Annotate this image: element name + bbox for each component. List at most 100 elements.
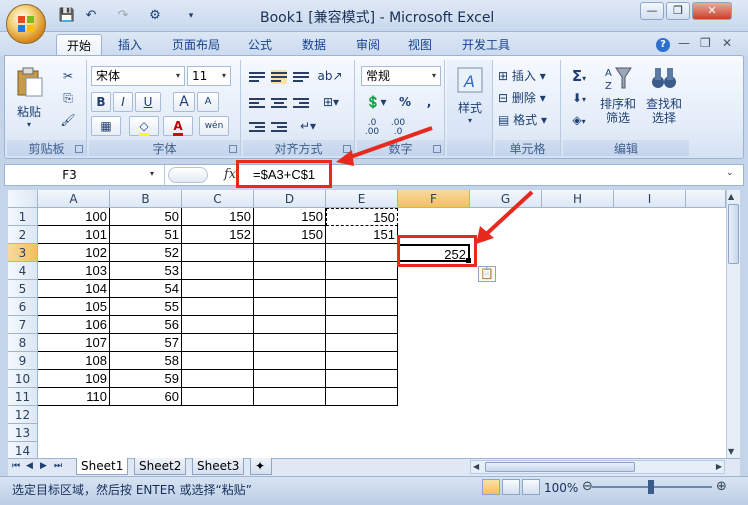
- shrink-font-button[interactable]: A: [197, 92, 219, 112]
- column-header[interactable]: A: [38, 190, 110, 208]
- cell-B11[interactable]: 60: [110, 388, 182, 406]
- cell-C1[interactable]: 150: [182, 208, 254, 226]
- tab-data[interactable]: 数据: [292, 34, 336, 56]
- row-header[interactable]: 8: [8, 334, 38, 352]
- row-header[interactable]: 10: [8, 370, 38, 388]
- accounting-format-icon[interactable]: 💲▾: [361, 92, 391, 112]
- prev-sheet-icon[interactable]: ◀: [26, 461, 33, 471]
- scroll-down-icon[interactable]: ▼: [728, 447, 734, 456]
- page-layout-view-button[interactable]: [502, 479, 520, 495]
- align-middle-icon[interactable]: [271, 70, 287, 84]
- align-top-icon[interactable]: [249, 70, 265, 84]
- row-header[interactable]: 9: [8, 352, 38, 370]
- cell-C8[interactable]: [182, 334, 254, 352]
- row-header[interactable]: 14: [8, 442, 38, 458]
- wrap-text-icon[interactable]: ↵▾: [293, 116, 323, 136]
- column-header[interactable]: H: [542, 190, 614, 208]
- sheet-tab-sheet1[interactable]: Sheet1: [76, 458, 129, 475]
- underline-button[interactable]: U: [135, 92, 161, 112]
- insert-sheet-icon[interactable]: ✦: [250, 458, 272, 475]
- redo-icon[interactable]: ↷: [114, 7, 132, 25]
- cell-A2[interactable]: 101: [38, 226, 110, 244]
- cut-icon[interactable]: ✂: [59, 66, 77, 86]
- row-header[interactable]: 5: [8, 280, 38, 298]
- autosum-button[interactable]: Σ▾: [565, 66, 593, 86]
- horizontal-scrollbar[interactable]: ◀ ▶: [470, 460, 725, 474]
- cell-A11[interactable]: 110: [38, 388, 110, 406]
- maximize-button[interactable]: ❐: [666, 2, 690, 20]
- align-right-icon[interactable]: [293, 96, 309, 110]
- cell-A7[interactable]: 106: [38, 316, 110, 334]
- cell-D2[interactable]: 150: [254, 226, 326, 244]
- column-header[interactable]: C: [182, 190, 254, 208]
- ribbon-minimize-icon[interactable]: —: [678, 36, 690, 50]
- cell-B2[interactable]: 51: [110, 226, 182, 244]
- cell-C5[interactable]: [182, 280, 254, 298]
- align-center-icon[interactable]: [271, 96, 287, 110]
- cell-B6[interactable]: 55: [110, 298, 182, 316]
- zoom-level[interactable]: 100%: [544, 481, 578, 495]
- tab-review[interactable]: 审阅: [346, 34, 390, 56]
- cell-E10[interactable]: [326, 370, 398, 388]
- customize-icon[interactable]: ⚙: [146, 7, 164, 25]
- cell-E6[interactable]: [326, 298, 398, 316]
- tab-home[interactable]: 开始: [56, 34, 103, 56]
- cell-A3[interactable]: 102: [38, 244, 110, 262]
- chevron-down-icon[interactable]: ▾: [150, 169, 154, 178]
- increase-indent-icon[interactable]: [271, 120, 287, 134]
- cell-C2[interactable]: 152: [182, 226, 254, 244]
- number-format-combo[interactable]: 常规 ▾: [361, 66, 441, 86]
- orientation-icon[interactable]: ab↗: [315, 66, 345, 86]
- copy-icon[interactable]: ⎘: [59, 88, 77, 108]
- tab-formulas[interactable]: 公式: [238, 34, 282, 56]
- delete-cells-button[interactable]: ⊟ 删除 ▾: [497, 88, 557, 108]
- cell-A10[interactable]: 109: [38, 370, 110, 388]
- column-header-selected[interactable]: F: [398, 190, 470, 208]
- cell-A5[interactable]: 104: [38, 280, 110, 298]
- decrease-indent-icon[interactable]: [249, 120, 265, 134]
- row-header[interactable]: 13: [8, 424, 38, 442]
- row-header[interactable]: 12: [8, 406, 38, 424]
- row-header[interactable]: 2: [8, 226, 38, 244]
- format-painter-icon[interactable]: 🖌: [59, 110, 77, 130]
- cell-B1[interactable]: 50: [110, 208, 182, 226]
- normal-view-button[interactable]: [482, 479, 500, 495]
- cell-B7[interactable]: 56: [110, 316, 182, 334]
- tab-developer[interactable]: 开发工具: [452, 34, 520, 56]
- row-header[interactable]: 1: [8, 208, 38, 226]
- qat-dropdown-icon[interactable]: ▾: [182, 7, 200, 25]
- align-left-icon[interactable]: [249, 96, 265, 110]
- cell-E5[interactable]: [326, 280, 398, 298]
- cell-B5[interactable]: 54: [110, 280, 182, 298]
- close-button[interactable]: ✕: [692, 2, 732, 20]
- border-button[interactable]: ▦: [91, 116, 121, 136]
- column-header[interactable]: D: [254, 190, 326, 208]
- row-header[interactable]: 7: [8, 316, 38, 334]
- sheet-tab-sheet3[interactable]: Sheet3: [192, 458, 245, 475]
- office-button[interactable]: [6, 4, 46, 44]
- sheet-tab-sheet2[interactable]: Sheet2: [134, 458, 187, 475]
- tab-page-layout[interactable]: 页面布局: [162, 34, 230, 56]
- cell-B4[interactable]: 53: [110, 262, 182, 280]
- scroll-up-icon[interactable]: ▲: [728, 192, 734, 201]
- cell-E2[interactable]: 151: [326, 226, 398, 244]
- undo-icon[interactable]: ↶: [82, 7, 100, 25]
- column-header[interactable]: E: [326, 190, 398, 208]
- cell-D7[interactable]: [254, 316, 326, 334]
- select-all-corner[interactable]: [8, 190, 38, 208]
- cell-D11[interactable]: [254, 388, 326, 406]
- cell-E11[interactable]: [326, 388, 398, 406]
- ribbon-close-icon[interactable]: ✕: [722, 36, 732, 50]
- worksheet-grid[interactable]: A B C D E F G H I 1 2 3 4 5 6 7 8 9 10 1…: [8, 190, 726, 458]
- name-box[interactable]: F3: [5, 165, 165, 185]
- last-sheet-icon[interactable]: ⏭: [54, 461, 62, 471]
- align-bottom-icon[interactable]: [293, 70, 309, 84]
- cell-B9[interactable]: 58: [110, 352, 182, 370]
- cell-C9[interactable]: [182, 352, 254, 370]
- row-header[interactable]: 11: [8, 388, 38, 406]
- cell-E8[interactable]: [326, 334, 398, 352]
- font-color-button[interactable]: A: [163, 116, 193, 136]
- expand-formula-icon[interactable]: ⌄: [726, 168, 734, 178]
- tab-insert[interactable]: 插入: [108, 34, 152, 56]
- cell-D4[interactable]: [254, 262, 326, 280]
